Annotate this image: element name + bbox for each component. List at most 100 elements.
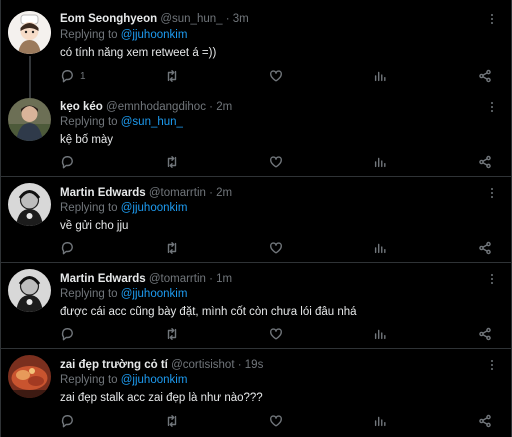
replying-to-label: Replying to xyxy=(60,202,118,214)
author-handle[interactable]: @sun_hun_ xyxy=(160,13,222,25)
tweet-divider xyxy=(1,176,512,177)
avatar-eom-seonghyeon[interactable] xyxy=(8,11,51,54)
reply-mention-link[interactable]: @sun_hun_ xyxy=(121,116,183,128)
tweet-actions: 1 xyxy=(57,68,497,84)
reply-mention-link[interactable]: @jjuhoonkim xyxy=(121,29,188,41)
more-options-button[interactable] xyxy=(485,100,499,114)
share-icon xyxy=(479,241,491,255)
share-icon xyxy=(479,414,491,428)
author-name[interactable]: kẹo kéo xyxy=(60,101,103,113)
avatar-keo-keo[interactable] xyxy=(8,98,51,141)
reply-mention-link[interactable]: @jjuhoonkim xyxy=(121,202,188,214)
share-button[interactable] xyxy=(478,68,492,84)
analytics-icon xyxy=(374,416,386,427)
tweet-text: có tính năng xem retweet á =)) xyxy=(60,47,217,59)
tweet-text: được cái acc cũng bày đặt, mình cốt còn … xyxy=(60,306,357,318)
analytics-button[interactable] xyxy=(373,240,387,256)
retweet-icon xyxy=(167,242,177,254)
heart-icon xyxy=(270,415,282,427)
share-button[interactable] xyxy=(478,413,492,429)
retweet-button[interactable] xyxy=(165,154,179,170)
tweet-divider xyxy=(1,262,512,263)
reply-button[interactable] xyxy=(60,413,80,429)
separator-dot: · xyxy=(209,101,213,113)
like-button[interactable] xyxy=(269,240,283,256)
avatar-martin-edwards[interactable] xyxy=(8,183,51,226)
author-name[interactable]: zai đẹp trường cỏ tí xyxy=(60,359,168,371)
tweet-text: về gửi cho jju xyxy=(60,220,129,232)
retweet-button[interactable] xyxy=(165,326,179,342)
analytics-icon xyxy=(374,71,386,82)
replying-to-label: Replying to xyxy=(60,288,118,300)
like-button[interactable] xyxy=(269,413,283,429)
reply-icon xyxy=(61,70,73,83)
avatar-zai-dep[interactable] xyxy=(8,355,51,398)
heart-icon xyxy=(270,70,282,82)
analytics-button[interactable] xyxy=(373,413,387,429)
share-icon xyxy=(479,327,491,341)
retweet-button[interactable] xyxy=(165,413,179,429)
more-options-button[interactable] xyxy=(485,358,499,372)
separator-dot: · xyxy=(225,13,230,25)
tweet-time[interactable]: 1m xyxy=(216,273,232,285)
analytics-button[interactable] xyxy=(373,326,387,342)
analytics-button[interactable] xyxy=(373,68,387,84)
tweet-time[interactable]: 19s xyxy=(245,359,264,371)
tweet-actions xyxy=(57,413,497,429)
author-handle[interactable]: @tomarrtin xyxy=(149,273,206,285)
tweet-text: zai đẹp stalk acc zai đẹp là như nào??? xyxy=(60,392,263,404)
tweet-text: kệ bố mày xyxy=(60,134,114,146)
reply-button[interactable] xyxy=(60,240,80,256)
reply-icon xyxy=(61,415,73,428)
reply-button[interactable] xyxy=(60,326,80,342)
tweet-time[interactable]: 2m xyxy=(216,187,232,199)
tweet-actions xyxy=(57,240,497,256)
author-name[interactable]: Eom Seonghyeon xyxy=(60,13,157,25)
tweet-actions xyxy=(57,326,497,342)
avatar-martin-edwards[interactable] xyxy=(8,269,51,312)
reply-mention-link[interactable]: @jjuhoonkim xyxy=(121,288,188,300)
thread-connector-line xyxy=(29,56,31,98)
tweet-time[interactable]: 2m xyxy=(216,101,232,113)
tweet-time[interactable]: 3m xyxy=(233,13,249,25)
separator-dot: · xyxy=(237,359,242,371)
reply-count: 1 xyxy=(80,70,86,82)
more-options-button[interactable] xyxy=(485,272,499,286)
reply-icon xyxy=(61,242,73,255)
author-name[interactable]: Martin Edwards xyxy=(60,273,146,285)
reply-icon xyxy=(61,328,73,341)
analytics-icon xyxy=(374,157,386,168)
author-name[interactable]: Martin Edwards xyxy=(60,187,146,199)
reply-icon xyxy=(61,156,73,169)
share-button[interactable] xyxy=(478,240,492,256)
analytics-icon xyxy=(374,243,386,254)
like-button[interactable] xyxy=(269,68,283,84)
share-button[interactable] xyxy=(478,326,492,342)
share-icon xyxy=(479,155,491,169)
heart-icon xyxy=(270,156,282,168)
replying-to-label: Replying to xyxy=(60,374,118,386)
retweet-icon xyxy=(167,156,177,168)
analytics-button[interactable] xyxy=(373,154,387,170)
share-button[interactable] xyxy=(478,154,492,170)
author-handle[interactable]: @cortisishot xyxy=(171,359,234,371)
tweet-actions xyxy=(57,154,497,170)
heart-icon xyxy=(270,328,282,340)
replying-to-label: Replying to xyxy=(60,29,118,41)
author-handle[interactable]: @emnhodangdihoc xyxy=(106,101,206,113)
retweet-button[interactable] xyxy=(165,240,179,256)
reply-button[interactable]: 1 xyxy=(60,68,86,84)
reply-button[interactable] xyxy=(60,154,80,170)
retweet-button[interactable] xyxy=(165,68,179,84)
like-button[interactable] xyxy=(269,326,283,342)
separator-dot: · xyxy=(209,273,213,285)
retweet-icon xyxy=(167,328,177,340)
separator-dot: · xyxy=(209,187,213,199)
more-options-button[interactable] xyxy=(485,12,499,26)
more-options-button[interactable] xyxy=(485,186,499,200)
author-handle[interactable]: @tomarrtin xyxy=(149,187,206,199)
reply-mention-link[interactable]: @jjuhoonkim xyxy=(121,374,188,386)
analytics-icon xyxy=(374,329,386,340)
like-button[interactable] xyxy=(269,154,283,170)
retweet-icon xyxy=(167,70,177,82)
